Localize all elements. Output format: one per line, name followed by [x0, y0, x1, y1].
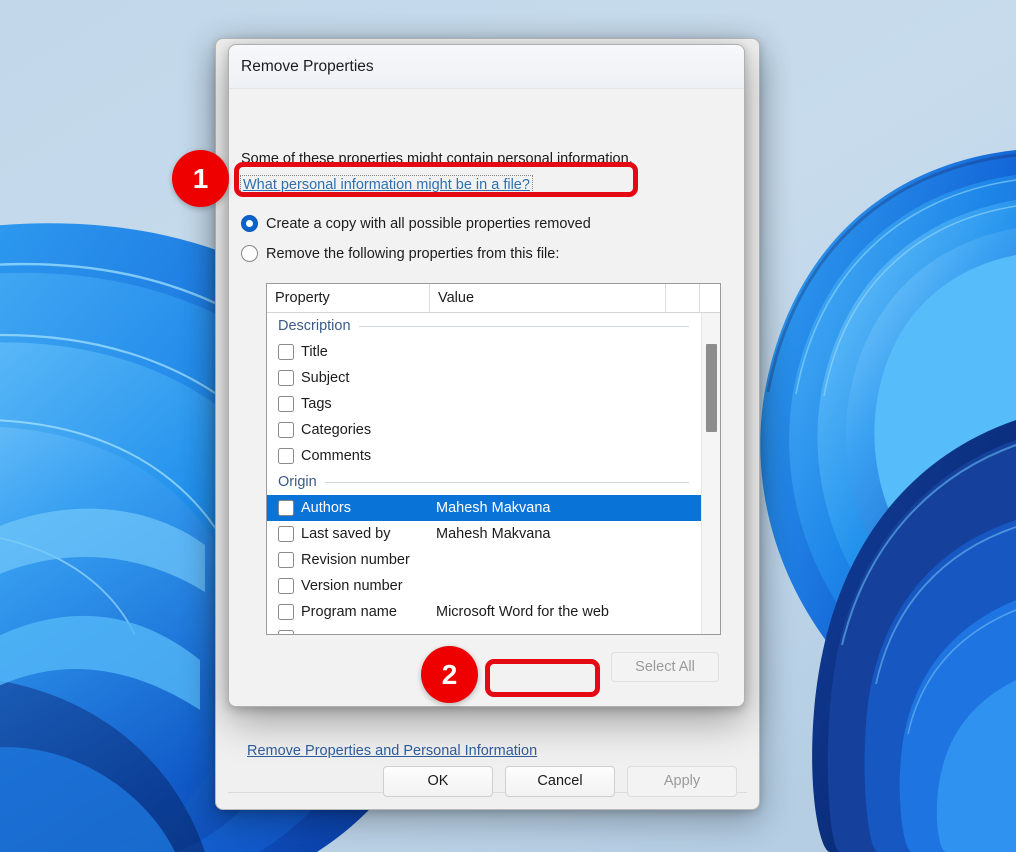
what-personal-information-link[interactable]: What personal information might be in a … [240, 175, 533, 195]
group-header-origin: Origin [267, 469, 701, 495]
group-header-description-label: Description [278, 318, 351, 334]
remove-following-radio-row[interactable]: Remove the following properties from thi… [241, 245, 559, 262]
row-property: Tags [301, 396, 332, 412]
remove-following-radio[interactable] [241, 245, 258, 262]
desktop: Remove Properties and Personal Informati… [0, 0, 1016, 852]
row-value: Mahesh Makvana [436, 526, 551, 542]
create-copy-radio[interactable] [241, 215, 258, 232]
remove-properties-dialog: Remove Properties Some of these properti… [228, 44, 745, 707]
row-checkbox[interactable] [278, 604, 294, 620]
properties-list-scroll-area: Description Title Subject Tags Categorie… [267, 313, 720, 634]
table-row[interactable]: Categories [267, 417, 701, 443]
select-all-button: Select All [611, 652, 719, 682]
row-checkbox[interactable] [278, 552, 294, 568]
properties-list[interactable]: Property Value Description Title Subject… [266, 283, 721, 635]
row-property: Title [301, 344, 328, 360]
properties-cancel-button[interactable]: Cancel [505, 765, 615, 797]
create-copy-radio-row[interactable]: Create a copy with all possible properti… [241, 215, 591, 232]
table-row[interactable]: Title [267, 339, 701, 365]
table-row-selected[interactable]: Authors Mahesh Makvana [267, 495, 701, 521]
properties-apply-button: Apply [627, 765, 737, 797]
row-checkbox[interactable] [278, 630, 294, 634]
table-row-partial[interactable] [267, 625, 701, 634]
column-header-value[interactable]: Value [430, 284, 666, 312]
row-property: Version number [301, 578, 403, 594]
annotation-badge-1: 1 [172, 150, 229, 207]
properties-list-rows: Description Title Subject Tags Categorie… [267, 313, 701, 634]
table-row[interactable]: Comments [267, 443, 701, 469]
row-checkbox[interactable] [278, 526, 294, 542]
scrollbar-thumb[interactable] [706, 344, 717, 432]
row-checkbox[interactable] [278, 448, 294, 464]
row-property: Authors [301, 500, 351, 516]
table-row[interactable]: Version number [267, 573, 701, 599]
group-rule [358, 325, 689, 327]
create-copy-label: Create a copy with all possible properti… [266, 215, 591, 232]
group-rule [324, 481, 689, 483]
row-property: Subject [301, 370, 350, 386]
row-checkbox[interactable] [278, 422, 294, 438]
dialog-titlebar: Remove Properties [229, 45, 744, 89]
row-property: Categories [301, 422, 372, 438]
row-property: Program name [301, 604, 397, 620]
properties-ok-button[interactable]: OK [383, 765, 493, 797]
row-checkbox[interactable] [278, 396, 294, 412]
table-row[interactable]: Last saved by Mahesh Makvana [267, 521, 701, 547]
row-checkbox[interactable] [278, 344, 294, 360]
table-row[interactable]: Subject [267, 365, 701, 391]
group-header-description: Description [267, 313, 701, 339]
row-property: Revision number [301, 552, 410, 568]
table-row[interactable]: Program name Microsoft Word for the web [267, 599, 701, 625]
group-header-origin-label: Origin [278, 474, 317, 490]
dialog-title: Remove Properties [241, 57, 374, 75]
column-header-filler [700, 284, 720, 312]
column-header-property[interactable]: Property [267, 284, 430, 312]
row-checkbox[interactable] [278, 578, 294, 594]
row-property: Last saved by [301, 526, 391, 542]
row-value: Mahesh Makvana [436, 500, 551, 516]
row-property: Comments [301, 448, 372, 464]
annotation-badge-2: 2 [421, 646, 478, 703]
dialog-content: Some of these properties might contain p… [229, 89, 744, 706]
row-checkbox[interactable] [278, 370, 294, 386]
remove-following-label: Remove the following properties from thi… [266, 245, 560, 262]
row-checkbox[interactable] [278, 500, 294, 516]
properties-list-scrollbar[interactable] [701, 313, 720, 634]
row-value: Microsoft Word for the web [436, 604, 609, 620]
table-row[interactable]: Revision number [267, 547, 701, 573]
properties-list-header: Property Value [267, 284, 720, 313]
column-header-extra[interactable] [666, 284, 700, 312]
table-row[interactable]: Tags [267, 391, 701, 417]
dialog-intro-text: Some of these properties might contain p… [241, 151, 633, 167]
properties-window-button-bar: OK Cancel Apply [216, 753, 759, 809]
